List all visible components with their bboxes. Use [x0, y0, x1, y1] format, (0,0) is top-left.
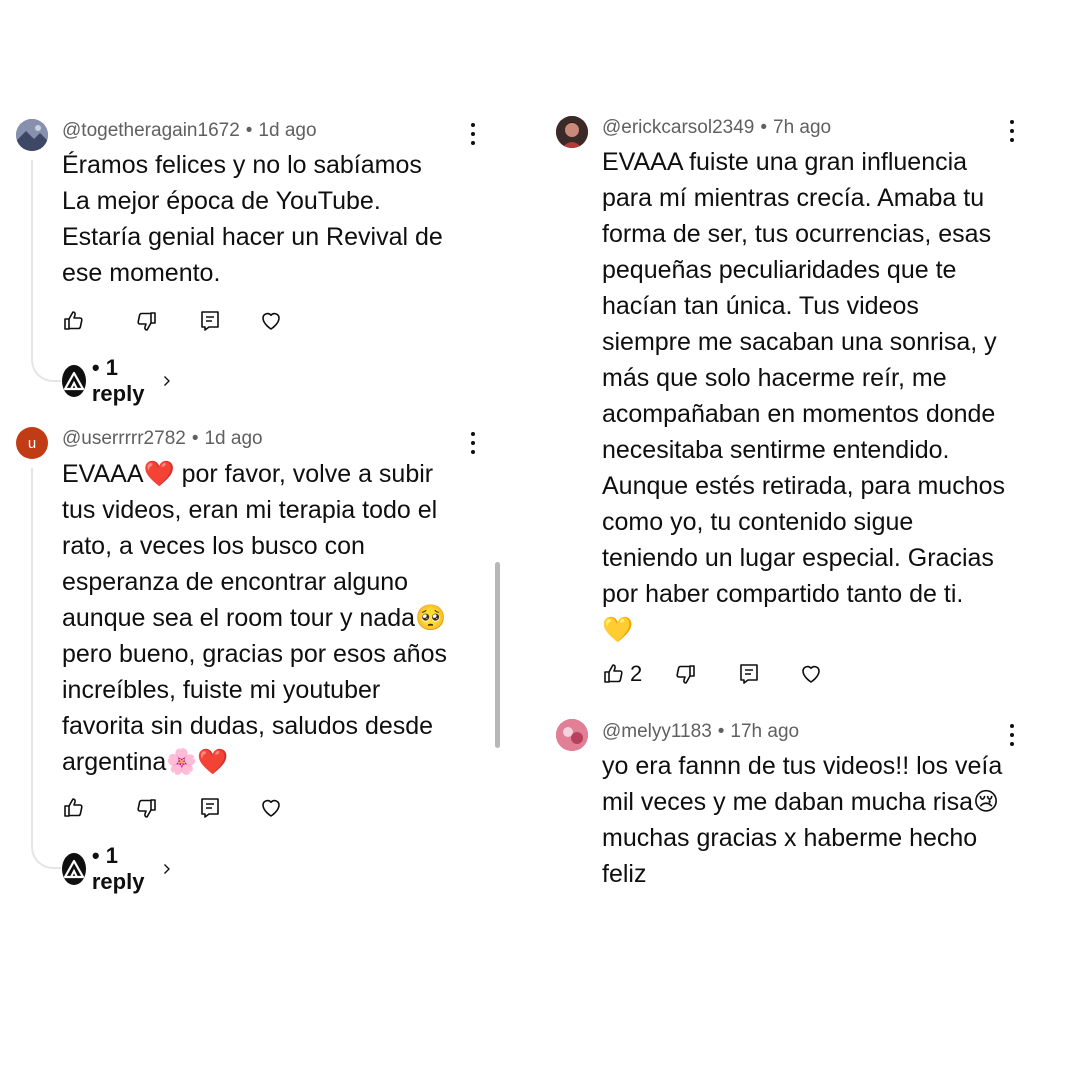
comment-time: 1d ago [204, 428, 263, 449]
avatar[interactable] [556, 116, 588, 148]
dislike-button[interactable] [134, 795, 158, 821]
meta-separator: • [191, 428, 199, 449]
thumb-down-icon [676, 665, 695, 684]
thumb-up-icon [64, 798, 83, 817]
replies-toggle[interactable]: • 1 reply [62, 355, 171, 406]
thumb-up-icon [64, 311, 83, 330]
avatar-image-icon [556, 719, 588, 751]
thread-line [31, 160, 61, 382]
more-options-button[interactable] [469, 123, 477, 145]
heart-button[interactable] [259, 308, 283, 334]
replies-count: • 1 reply [91, 355, 145, 406]
more-options-button[interactable] [1008, 724, 1016, 746]
meta-separator: • [245, 120, 253, 141]
heart-button[interactable] [799, 661, 823, 687]
reply-button[interactable] [198, 795, 222, 821]
comment-meta: @melyy1183 • 17h ago [602, 721, 799, 743]
heart-button[interactable] [259, 795, 283, 821]
like-button[interactable]: 2 [602, 661, 642, 687]
scrollbar[interactable] [495, 562, 500, 748]
thumb-down-icon [137, 312, 156, 331]
comment-icon [740, 664, 758, 684]
heart-icon [262, 799, 280, 817]
comment-author[interactable]: @userrrrr2782 [62, 428, 186, 449]
heart-icon [802, 665, 820, 683]
reply-button[interactable] [198, 308, 222, 334]
comment-actions: 2 [602, 661, 862, 689]
dislike-button[interactable] [673, 661, 697, 687]
meta-separator: • [717, 721, 725, 742]
comment-time: 7h ago [773, 117, 832, 138]
comment-author[interactable]: @togetheragain1672 [62, 120, 240, 141]
chevron-right-icon [164, 864, 171, 874]
comment-time: 1d ago [258, 120, 317, 141]
comment-meta: @togetheragain1672 • 1d ago [62, 120, 317, 142]
heart-icon [262, 312, 280, 330]
channel-logo-icon [62, 853, 86, 885]
more-options-button[interactable] [1008, 120, 1016, 142]
comment-text: yo era fannn de tus videos!! los veía mi… [602, 752, 1003, 888]
comment-actions [62, 795, 322, 823]
comment-text: EVAAA fuiste una gran influencia para mí… [602, 148, 1006, 644]
meta-separator: • [760, 117, 768, 138]
comment-icon [201, 311, 219, 331]
avatar-image-icon [556, 116, 588, 148]
reply-button[interactable] [737, 661, 761, 687]
dislike-button[interactable] [134, 308, 158, 334]
avatar[interactable]: u [16, 427, 48, 459]
thumb-up-icon [604, 664, 623, 683]
replies-toggle[interactable]: • 1 reply [62, 843, 171, 894]
comment-text: EVAAA❤️ por favor, volve a subir tus vid… [62, 460, 447, 776]
comment-author[interactable]: @erickcarsol2349 [602, 117, 754, 138]
avatar[interactable] [556, 719, 588, 751]
like-button[interactable] [62, 795, 86, 821]
avatar[interactable] [16, 119, 48, 151]
comment-author[interactable]: @melyy1183 [602, 721, 712, 742]
like-count: 2 [630, 661, 643, 686]
comment-text: Éramos felices y no lo sabíamos La mejor… [62, 151, 443, 287]
comment-time: 17h ago [730, 721, 800, 742]
comment-actions [62, 308, 322, 336]
channel-logo-icon [62, 365, 86, 397]
avatar-letter: u [27, 434, 37, 452]
like-button[interactable] [62, 308, 86, 334]
replies-count: • 1 reply [91, 843, 145, 894]
comment-icon [201, 798, 219, 818]
avatar-image-icon [16, 119, 48, 151]
chevron-right-icon [164, 376, 171, 386]
comment-meta: @erickcarsol2349 • 7h ago [602, 117, 831, 139]
more-options-button[interactable] [469, 432, 477, 454]
comment-meta: @userrrrr2782 • 1d ago [62, 428, 263, 450]
thread-line [31, 468, 61, 869]
thumb-down-icon [137, 799, 156, 818]
